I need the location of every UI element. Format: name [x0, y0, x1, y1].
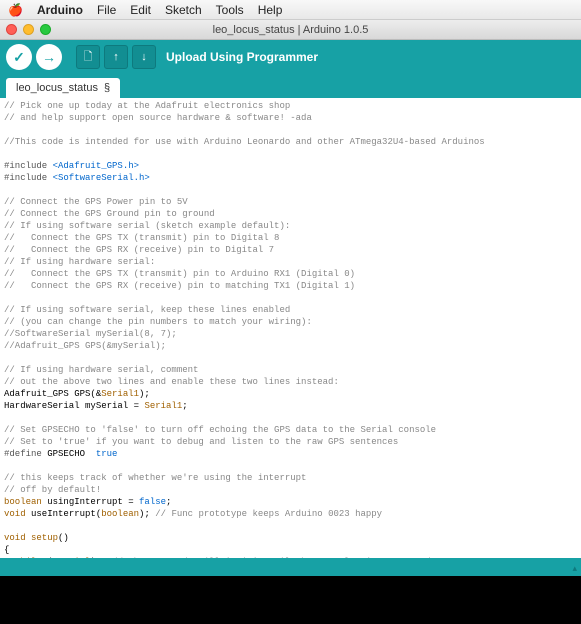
- menu-help[interactable]: Help: [258, 3, 283, 17]
- status-bar: ▴: [0, 558, 581, 576]
- menu-file[interactable]: File: [97, 3, 116, 17]
- window-title: leo_locus_status | Arduino 1.0.5: [213, 24, 369, 36]
- menu-sketch[interactable]: Sketch: [165, 3, 202, 17]
- arrow-up-icon: ↑: [113, 51, 119, 63]
- menu-edit[interactable]: Edit: [130, 3, 151, 17]
- menu-tools[interactable]: Tools: [216, 3, 244, 17]
- console-area[interactable]: [0, 576, 581, 624]
- tab-sketch[interactable]: leo_locus_status §: [6, 78, 120, 98]
- arrow-down-icon: ↓: [141, 51, 147, 63]
- window-titlebar: leo_locus_status | Arduino 1.0.5: [0, 20, 581, 40]
- code-editor[interactable]: // Pick one up today at the Adafruit ele…: [0, 98, 581, 558]
- menubar-app-name[interactable]: Arduino: [37, 3, 83, 17]
- file-icon: 🗋: [84, 48, 93, 67]
- new-button[interactable]: 🗋: [76, 45, 100, 69]
- toolbar: ✓ → 🗋 ↑ ↓ Upload Using Programmer: [0, 40, 581, 74]
- toolbar-status-label: Upload Using Programmer: [166, 50, 318, 64]
- close-button[interactable]: [6, 24, 17, 35]
- resize-grip-icon[interactable]: ▴: [572, 563, 577, 574]
- save-button[interactable]: ↓: [132, 45, 156, 69]
- minimize-button[interactable]: [23, 24, 34, 35]
- maximize-button[interactable]: [40, 24, 51, 35]
- tab-label: leo_locus_status: [16, 82, 98, 94]
- verify-button[interactable]: ✓: [6, 44, 32, 70]
- tab-bar: leo_locus_status §: [0, 74, 581, 98]
- upload-button[interactable]: →: [36, 44, 62, 70]
- traffic-lights: [6, 24, 51, 35]
- macos-menubar: 🍎 Arduino File Edit Sketch Tools Help: [0, 0, 581, 20]
- tab-modified-indicator: §: [104, 82, 110, 94]
- apple-icon[interactable]: 🍎: [8, 3, 23, 17]
- open-button[interactable]: ↑: [104, 45, 128, 69]
